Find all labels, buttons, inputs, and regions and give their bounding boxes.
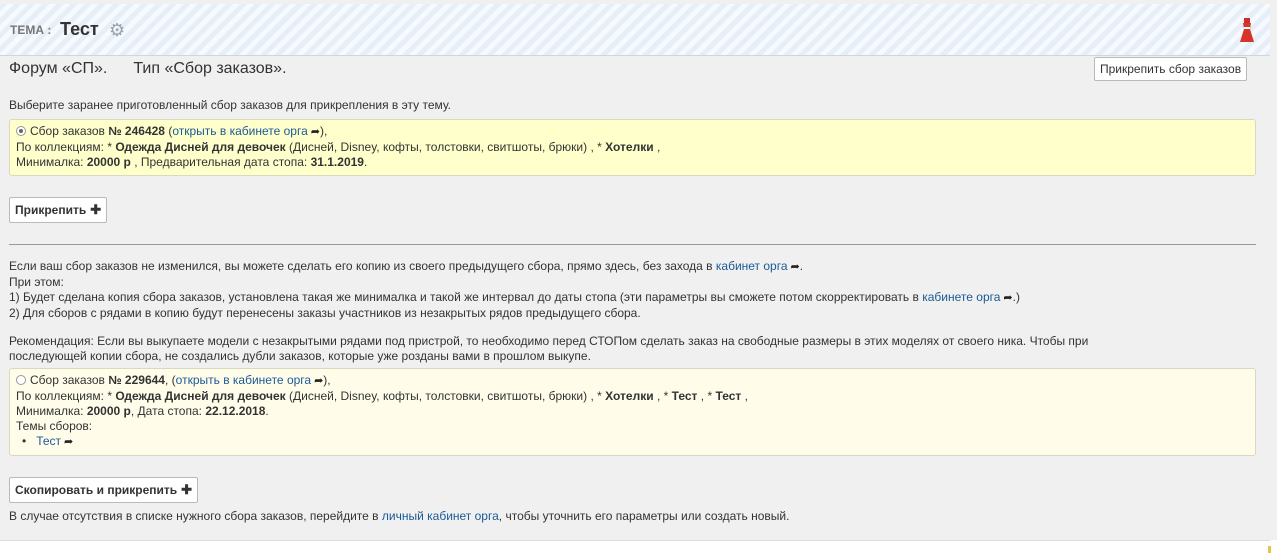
share-arrow-icon: ➦ xyxy=(1003,292,1013,304)
footer-note: В случае отсутствия в списке нужного сбо… xyxy=(9,509,790,523)
intro-text: Выберите заранее приготовленный сбор зак… xyxy=(9,98,452,112)
bottom-strip xyxy=(0,540,1277,553)
theme-label: ТЕМА : xyxy=(10,23,52,37)
order-radio-2[interactable] xyxy=(16,375,26,385)
personal-cabinet-link[interactable]: личный кабинет орга xyxy=(382,509,499,523)
open-cabinet-link[interactable]: открыть в кабинете орга xyxy=(176,373,311,387)
share-arrow-icon: ➦ xyxy=(314,375,324,387)
theme-link[interactable]: Тест xyxy=(36,434,61,448)
list-item: • Тест ➦ xyxy=(22,434,74,448)
order-box-1: Сбор заказов № 246428 (открыть в кабинет… xyxy=(9,119,1256,176)
share-arrow-icon: ➦ xyxy=(310,126,320,138)
copy-and-attach-button[interactable]: Скопировать и прикрепить ✚ xyxy=(9,477,199,503)
themes-label: Темы сборов: xyxy=(16,419,93,433)
share-arrow-icon: ➦ xyxy=(790,261,800,273)
attach-order-top-button[interactable]: Прикрепить сбор заказов xyxy=(1094,57,1248,81)
plus-icon: ✚ xyxy=(90,202,102,217)
theme-name: Тест xyxy=(60,19,99,39)
attach-button[interactable]: Прикрепить ✚ xyxy=(9,197,108,223)
page-title: Форум «СП». Тип «Сбор заказов». xyxy=(9,60,287,78)
order-number: № 229644 xyxy=(108,373,165,387)
cabinet-link-2[interactable]: кабинете орга xyxy=(922,290,1000,304)
topic-header: ТЕМА : Тест ⚙ xyxy=(0,4,1270,56)
type-title: Тип «Сбор заказов». xyxy=(133,60,287,77)
gear-icon[interactable]: ⚙ xyxy=(109,20,125,40)
cabinet-link[interactable]: кабинет орга xyxy=(716,259,788,273)
copy-info: Если ваш сбор заказов не изменился, вы м… xyxy=(9,259,1020,320)
bottom-divider xyxy=(0,540,1270,541)
divider xyxy=(9,244,1256,245)
share-arrow-icon: ➦ xyxy=(64,436,74,448)
dress-icon[interactable] xyxy=(1238,18,1256,44)
plus-icon: ✚ xyxy=(181,482,193,497)
recommendation: Рекомендация: Если вы выкупаете модели с… xyxy=(9,334,1089,363)
scroll-marker xyxy=(1268,546,1271,553)
order-radio-1[interactable] xyxy=(16,126,26,136)
order-box-2: Сбор заказов № 229644, (открыть в кабине… xyxy=(9,368,1256,456)
open-cabinet-link[interactable]: открыть в кабинете орга xyxy=(172,124,307,138)
order-number: № 246428 xyxy=(108,124,165,138)
forum-title: Форум «СП». xyxy=(9,60,108,77)
